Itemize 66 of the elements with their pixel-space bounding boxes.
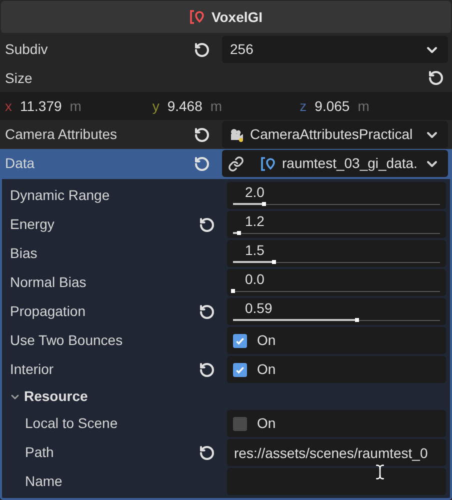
slider-value: 2.0 [244, 184, 266, 200]
slider-thumb[interactable] [231, 289, 235, 293]
checkbox[interactable] [233, 416, 247, 430]
property-label: Subdiv [5, 40, 48, 59]
revert-icon[interactable] [194, 156, 210, 172]
checkmark-icon [235, 336, 245, 346]
slider-field[interactable]: 0.59 [227, 298, 446, 325]
camera-icon [228, 126, 244, 142]
slider-thumb[interactable] [262, 202, 266, 206]
checkbox[interactable] [233, 362, 247, 376]
slider-field[interactable]: 1.2 [227, 211, 446, 238]
slider-thumb[interactable] [272, 260, 276, 264]
revert-icon[interactable] [428, 70, 444, 86]
property-row[interactable]: Camera Attributes CameraAttributesPractical [0, 120, 452, 149]
slider-field[interactable]: 2.0 [227, 182, 446, 209]
axis-label: x [5, 96, 12, 116]
axis-label: z [300, 96, 307, 116]
revert-icon[interactable] [199, 216, 215, 232]
checkbox-label: On [257, 360, 276, 379]
checkmark-icon [235, 364, 245, 374]
slider-field[interactable]: 0.0 [227, 269, 446, 296]
unit-label: m [70, 96, 82, 116]
property-label: Local to Scene [25, 414, 118, 433]
property-label: Size [5, 68, 32, 88]
slider-value: 1.5 [244, 242, 266, 258]
property-label: Camera Attributes [5, 125, 118, 144]
axis-value: 9.065 [314, 96, 350, 116]
axis-value: 9.468 [167, 96, 202, 116]
unit-label: m [210, 96, 222, 116]
text-field[interactable] [227, 468, 446, 495]
node-icon [260, 156, 276, 172]
property-label: Use Two Bounces [10, 331, 123, 350]
slider-value: 1.2 [244, 213, 266, 229]
slider-value: 0.59 [244, 300, 274, 316]
checkbox-label: On [257, 331, 276, 350]
property-label: Dynamic Range [10, 186, 110, 205]
revert-icon[interactable] [194, 42, 210, 58]
property-label: Bias [10, 244, 38, 263]
text-field[interactable]: res://assets/scenes/raumtest_0 [227, 439, 446, 466]
axis-label: y [152, 96, 160, 116]
property-label: Name [25, 472, 62, 491]
axis-value: 11.379 [20, 96, 62, 116]
property-label: Data [5, 154, 35, 173]
section-title[interactable]: Resource [24, 386, 88, 407]
slider-field[interactable]: 1.5 [227, 240, 446, 267]
property-label: Path [25, 443, 54, 462]
revert-icon[interactable] [199, 304, 215, 320]
node-icon [189, 9, 206, 25]
link-icon[interactable] [228, 156, 244, 172]
slider-value: 0.0 [244, 271, 266, 287]
slider-thumb[interactable] [237, 231, 242, 235]
checkbox[interactable] [233, 334, 247, 348]
slider-thumb[interactable] [355, 318, 360, 322]
property-label: Normal Bias [10, 273, 86, 292]
revert-icon[interactable] [199, 444, 215, 460]
unit-label: m [358, 96, 370, 116]
property-label: Propagation [10, 302, 86, 321]
subdiv-dropdown[interactable]: 256 [222, 36, 448, 63]
revert-icon[interactable] [194, 126, 210, 142]
property-label: Energy [10, 215, 54, 234]
revert-icon[interactable] [199, 362, 215, 378]
selected-property-row[interactable]: Data raumtest_03_gi_data. [0, 149, 452, 178]
vector-field[interactable]: x 11.379 m y 9.468 m z 9.065 m [0, 92, 452, 120]
checkbox-label: On [257, 414, 276, 433]
node-title: VoxelGI [211, 8, 263, 26]
property-label: Interior [10, 360, 54, 379]
